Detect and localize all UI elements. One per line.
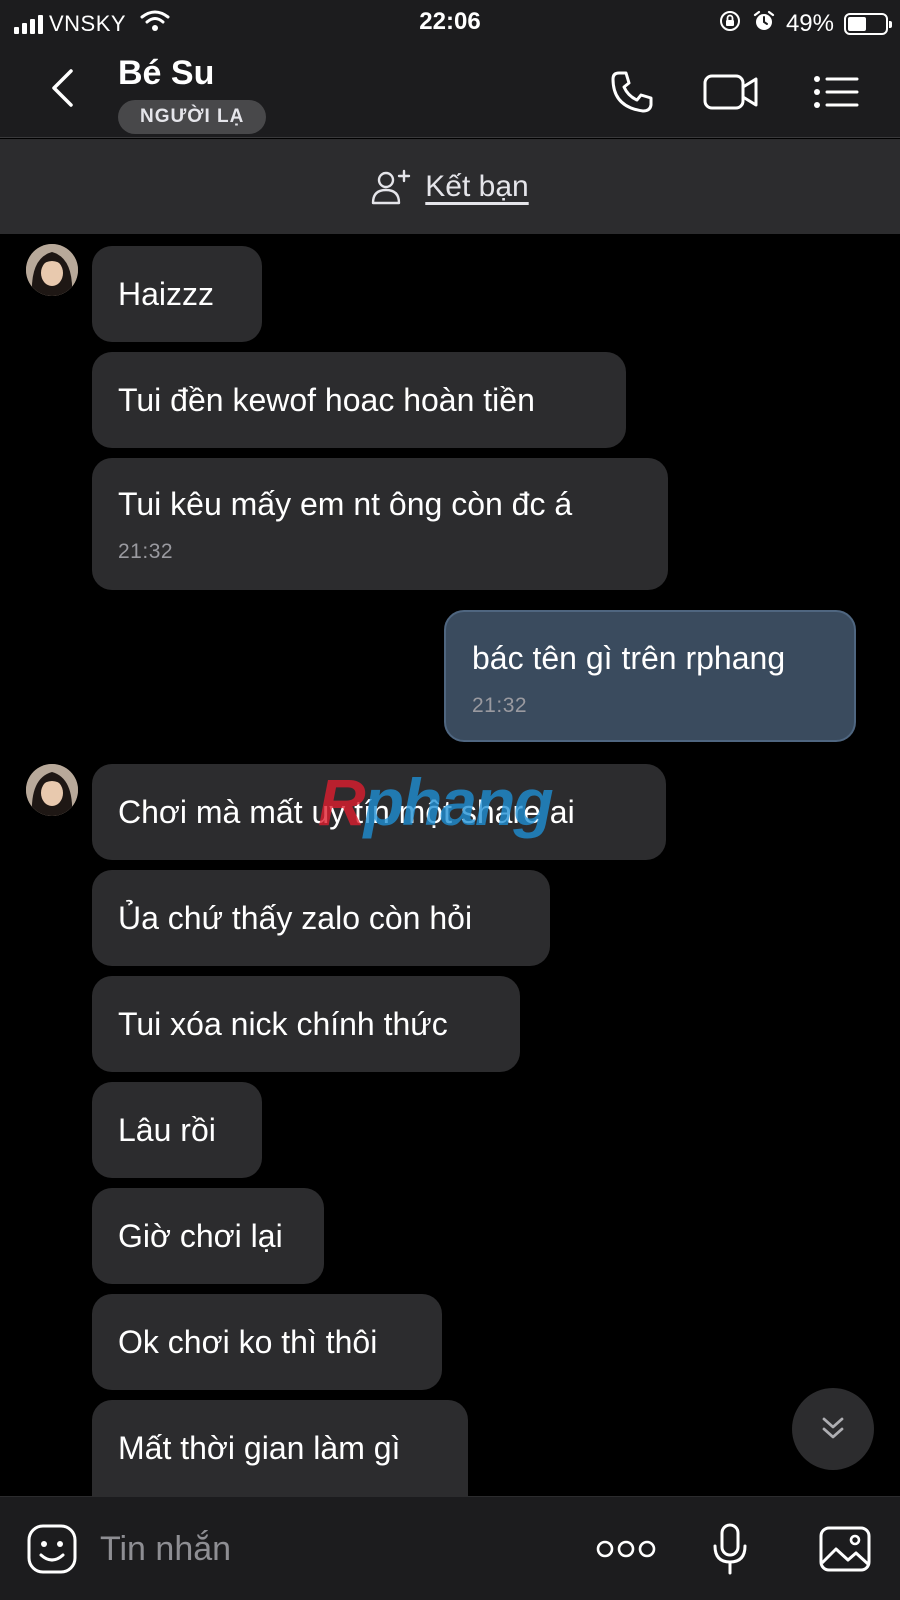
my-message-bubble[interactable]: bác tên gì trên rphang 21:32 bbox=[444, 610, 856, 742]
double-chevron-down-icon bbox=[822, 1417, 844, 1439]
message-text: Mất thời gian làm gì bbox=[118, 1430, 401, 1466]
video-call-button[interactable] bbox=[703, 68, 759, 116]
menu-button[interactable] bbox=[808, 68, 864, 116]
add-friend-label: Kết bạn bbox=[425, 169, 529, 203]
message-text: Tui xóa nick chính thức bbox=[118, 1006, 448, 1042]
message-bubble[interactable]: Giờ chơi lại bbox=[92, 1188, 324, 1284]
message-bubble[interactable]: Ủa chứ thấy zalo còn hỏi bbox=[92, 870, 550, 966]
status-right: 49% bbox=[718, 9, 892, 38]
battery-icon bbox=[844, 12, 892, 35]
message-bubble[interactable]: Tui xóa nick chính thức bbox=[92, 976, 520, 1072]
more-icon bbox=[596, 1540, 656, 1558]
sticker-icon bbox=[27, 1524, 77, 1574]
message-bubble[interactable]: Chơi mà mất uy tín một share ai bbox=[92, 764, 666, 860]
image-icon bbox=[819, 1526, 871, 1572]
message-text: bác tên gì trên rphang bbox=[472, 640, 786, 676]
message-text: Ủa chứ thấy zalo còn hỏi bbox=[118, 900, 473, 936]
battery-level bbox=[848, 16, 866, 31]
stranger-badge: NGƯỜI LẠ bbox=[118, 100, 267, 134]
message-bubble[interactable]: Tui đền kewof hoac hoàn tiền bbox=[92, 352, 626, 448]
add-friend-icon bbox=[372, 169, 411, 204]
video-call-icon bbox=[703, 74, 758, 110]
alarm-icon bbox=[752, 9, 776, 38]
voice-button[interactable] bbox=[700, 1519, 760, 1579]
contact-avatar[interactable] bbox=[26, 764, 78, 816]
message-text: Haizzz bbox=[118, 276, 215, 312]
avatar-photo bbox=[26, 244, 78, 296]
avatar-photo bbox=[26, 764, 78, 816]
more-button[interactable] bbox=[596, 1519, 656, 1579]
message-text: Tui kêu mấy em nt ông còn đc á bbox=[118, 486, 573, 522]
microphone-icon bbox=[713, 1523, 747, 1575]
message-time: 21:32 bbox=[472, 694, 528, 717]
message-input-bar bbox=[0, 1496, 900, 1600]
status-bar: VNSKY 22:06 49% bbox=[0, 0, 900, 44]
message-text: Lâu rồi bbox=[118, 1112, 216, 1148]
message-bubble[interactable]: Tui kêu mấy em nt ông còn đc á 21:32 bbox=[92, 458, 668, 590]
message-text: Tui đền kewof hoac hoàn tiền bbox=[118, 382, 535, 418]
call-button[interactable] bbox=[604, 68, 660, 116]
add-friend-button[interactable]: Kết bạn bbox=[0, 139, 900, 234]
message-time: 21:32 bbox=[118, 540, 174, 563]
battery-percent: 49% bbox=[785, 9, 834, 37]
chat-header: Bé Su NGƯỜI LẠ bbox=[0, 44, 900, 138]
contact-avatar[interactable] bbox=[26, 244, 78, 296]
message-text: Ok chơi ko thì thôi bbox=[118, 1324, 378, 1360]
message-bubble[interactable]: Lâu rồi bbox=[92, 1082, 262, 1178]
message-text: Chơi mà mất uy tín một share ai bbox=[118, 794, 575, 830]
menu-list-icon bbox=[814, 76, 859, 108]
message-text: Giờ chơi lại bbox=[118, 1218, 283, 1254]
orientation-lock-icon bbox=[718, 9, 742, 38]
sticker-button[interactable] bbox=[22, 1519, 82, 1579]
back-button[interactable] bbox=[40, 66, 84, 110]
image-button[interactable] bbox=[815, 1519, 875, 1579]
message-bubble[interactable]: Ok chơi ko thì thôi bbox=[92, 1294, 442, 1390]
contact-name[interactable]: Bé Su bbox=[118, 54, 214, 93]
message-input[interactable] bbox=[100, 1519, 560, 1579]
back-icon bbox=[52, 69, 73, 107]
phone-icon bbox=[611, 71, 653, 113]
message-bubble[interactable]: Mất thời gian làm gì bbox=[92, 1400, 468, 1496]
message-bubble[interactable]: Haizzz bbox=[92, 246, 262, 342]
scroll-to-bottom-button[interactable] bbox=[792, 1388, 874, 1470]
